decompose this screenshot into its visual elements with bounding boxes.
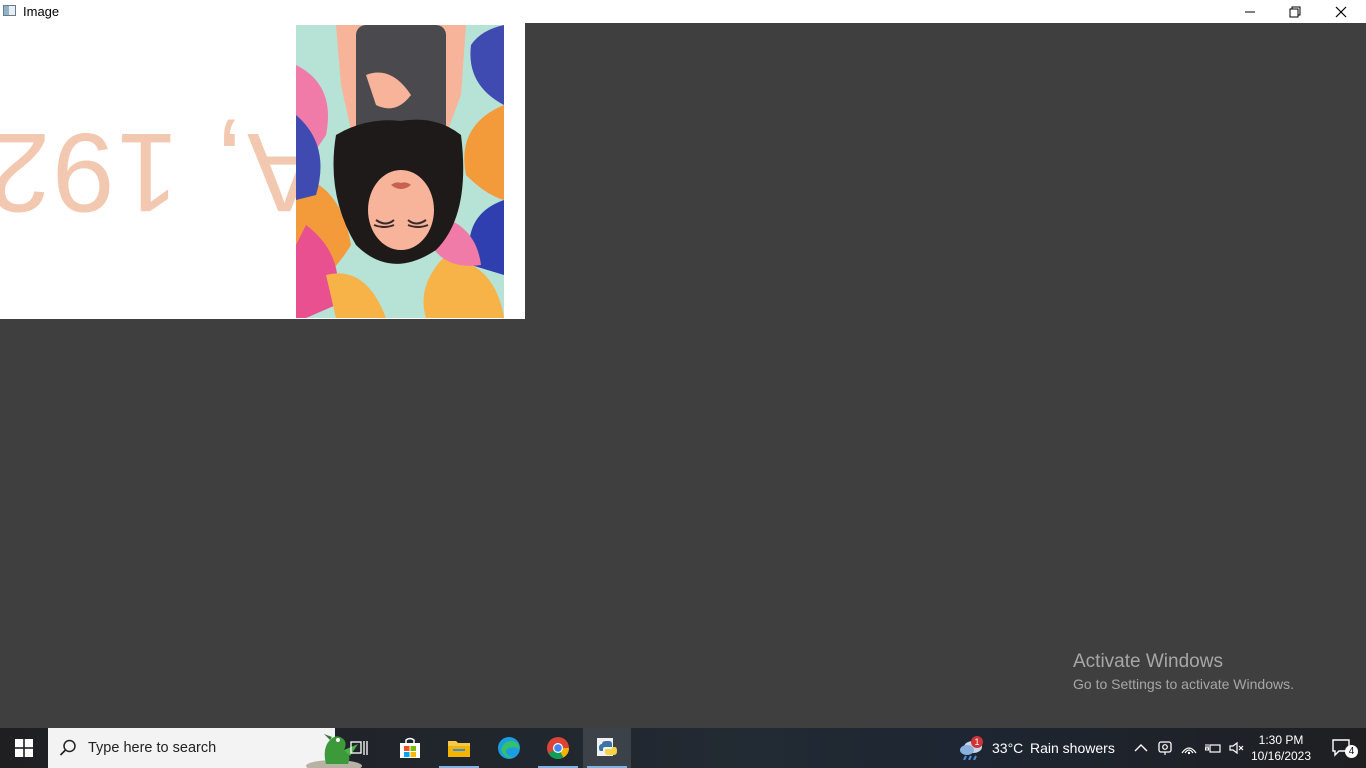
clock-date: 10/16/2023 <box>1250 749 1312 763</box>
weather-badge: 1 <box>971 736 983 748</box>
edge-icon <box>498 737 520 759</box>
restore-icon <box>1289 6 1301 17</box>
microsoft-store-button[interactable] <box>386 728 434 768</box>
taskbar: Type here to search 1 33°C Rain showers … <box>0 728 1366 768</box>
weather-temperature: 33°C <box>992 740 1024 756</box>
search-icon <box>59 739 76 756</box>
start-icon <box>15 739 33 757</box>
network-button[interactable] <box>1177 728 1201 768</box>
volume-muted-icon <box>1229 741 1244 755</box>
title-bar: Image <box>0 0 1366 23</box>
chrome-button[interactable] <box>534 728 582 768</box>
restore-button[interactable] <box>1272 0 1318 23</box>
clock[interactable]: 1:30 PM 10/16/2023 <box>1250 732 1312 764</box>
image-window-icon <box>3 5 16 16</box>
start-button[interactable] <box>0 728 48 768</box>
python-button[interactable] <box>583 728 631 768</box>
chrome-icon <box>547 737 569 759</box>
show-hidden-icons-button[interactable] <box>1129 728 1153 768</box>
close-button[interactable] <box>1318 0 1364 23</box>
notification-count: 4 <box>1345 745 1358 758</box>
task-view-icon <box>350 741 368 755</box>
upside-down-poster-woman-with-cat <box>296 25 504 318</box>
task-view-button[interactable] <box>336 728 384 768</box>
weather-widget[interactable]: 1 33°C Rain showers <box>955 728 1120 768</box>
activation-watermark: Activate Windows Go to Settings to activ… <box>1073 651 1294 692</box>
clock-time: 1:30 PM <box>1258 733 1304 747</box>
file-explorer-button[interactable] <box>435 728 483 768</box>
window-title: Image <box>23 4 60 19</box>
weather-condition: Rain showers <box>1030 740 1115 756</box>
wifi-icon <box>1181 747 1197 755</box>
python-icon <box>597 738 617 756</box>
battery-charging-icon <box>1205 744 1221 753</box>
activate-windows-subtitle: Go to Settings to activate Windows. <box>1073 676 1294 692</box>
search-placeholder: Type here to search <box>88 740 217 756</box>
action-center-button[interactable]: 4 <box>1318 728 1366 768</box>
battery-button[interactable] <box>1201 728 1225 768</box>
file-explorer-icon <box>448 741 470 757</box>
search-box[interactable]: Type here to search <box>48 728 362 768</box>
minimize-icon <box>1245 11 1255 12</box>
minimize-button[interactable] <box>1227 0 1273 23</box>
camera-icon <box>1158 741 1172 755</box>
chevron-up-icon <box>1134 744 1148 752</box>
close-icon <box>1335 6 1347 17</box>
volume-button[interactable] <box>1225 728 1249 768</box>
meet-now-button[interactable] <box>1153 728 1177 768</box>
microsoft-store-icon <box>400 737 420 758</box>
activate-windows-title: Activate Windows <box>1073 651 1223 672</box>
image-canvas: VYA, 192 <box>0 23 525 319</box>
edge-button[interactable] <box>485 728 533 768</box>
